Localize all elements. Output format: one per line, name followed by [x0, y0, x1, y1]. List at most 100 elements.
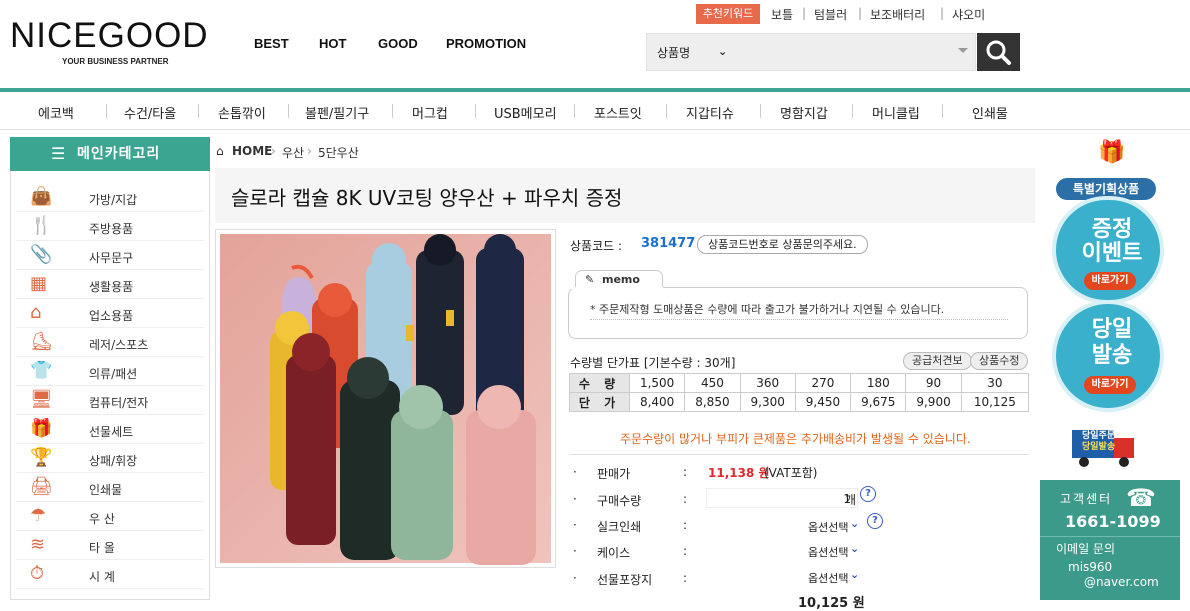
category-item[interactable]: 볼펜/필기구: [305, 103, 369, 122]
price-cell: 9,675: [850, 392, 907, 412]
option-select[interactable]: 옵션선택: [808, 544, 848, 560]
gift-event-banner[interactable]: 증정 이벤트 바로가기: [1052, 196, 1164, 304]
event-title: 증정: [1091, 217, 1133, 242]
divider: [942, 104, 943, 118]
product-code-label: 상품코드 :: [570, 239, 623, 253]
cs-title: 고객센터: [1060, 492, 1113, 506]
sidebar-item-label: 인쇄물: [89, 483, 123, 497]
umbrella-icon: ☂: [30, 505, 47, 526]
email-text[interactable]: @naver.com: [1084, 575, 1159, 589]
category-item[interactable]: 손톱깎이: [218, 103, 266, 122]
price-cell: 9,300: [739, 392, 796, 412]
product-image[interactable]: [215, 229, 556, 568]
chevron-down-icon: ⌄: [850, 568, 860, 581]
towel-icon: ≋: [30, 534, 46, 555]
help-icon[interactable]: ?: [867, 513, 883, 529]
divider: [569, 454, 1029, 455]
keyword-link[interactable]: 텀블러: [814, 6, 847, 23]
option-select[interactable]: 옵션선택: [808, 519, 848, 535]
search-input[interactable]: [646, 33, 976, 71]
sidebar-item-label: 컴퓨터/전자: [89, 396, 149, 410]
divider: [106, 104, 107, 118]
product-code-note: 상품코드번호로 상품문의주세요.: [697, 235, 868, 254]
divider: [852, 104, 853, 118]
option-select[interactable]: 옵션선택: [808, 570, 848, 586]
keyword-link[interactable]: 보틀: [771, 6, 793, 23]
cs-phone[interactable]: 1661-1099: [1065, 512, 1161, 531]
delivery-go-button[interactable]: 바로가기: [1084, 376, 1136, 394]
sidebar-item-label: 타 올: [89, 541, 115, 555]
category-item[interactable]: 머그컵: [412, 103, 448, 122]
sidebar-item-label: 의류/패션: [89, 367, 138, 381]
divider: [760, 104, 761, 118]
event-go-button[interactable]: 바로가기: [1084, 272, 1136, 290]
price-cell: 9,900: [905, 392, 962, 412]
sidebar-item-label: 상패/휘장: [89, 454, 138, 468]
qty-cell: 30: [960, 373, 1030, 393]
nav-promotion[interactable]: PROMOTION: [446, 36, 526, 51]
category-item[interactable]: 머니클립: [872, 103, 920, 122]
divider: |: [858, 6, 863, 20]
chevron-right-icon: ›: [271, 144, 276, 158]
category-item[interactable]: 인쇄물: [972, 103, 1008, 122]
sidebar-item-label: 업소용품: [89, 309, 134, 323]
customer-center-box: 고객센터 ☎ 1661-1099 이메일 문의 mis960 @naver.co…: [1040, 480, 1180, 600]
colon: :: [683, 544, 688, 558]
bullet: ·: [573, 544, 577, 558]
email-label: 이메일 문의: [1056, 542, 1116, 556]
sidebar-title: 메인카테고리: [77, 146, 161, 162]
category-item[interactable]: USB메모리: [494, 103, 557, 122]
sidebar-header[interactable]: ☰ 메인카테고리: [10, 137, 210, 171]
edit-button[interactable]: 상품수정: [970, 352, 1029, 370]
category-item[interactable]: 수건/타올: [124, 103, 176, 122]
option-label: 선물포장지: [597, 573, 653, 587]
clock-icon: ⏱: [30, 563, 45, 584]
breadcrumb-home[interactable]: HOME: [232, 144, 272, 158]
clothing-icon: 👕: [30, 360, 53, 381]
keyword-link[interactable]: 샤오미: [952, 6, 985, 23]
bullet: ·: [573, 518, 577, 532]
keyword-link[interactable]: 보조배터리: [870, 6, 925, 23]
vat-note: (VAT포함): [764, 466, 818, 480]
delivery-title: 발송: [1091, 343, 1133, 368]
search-category-select[interactable]: 상품명: [657, 44, 690, 61]
category-item[interactable]: 포스트잇: [594, 103, 642, 122]
recommend-keyword-badge: 추천키워드: [696, 4, 760, 24]
divider: |: [940, 6, 945, 20]
breadcrumb-item[interactable]: 5단우산: [318, 144, 359, 161]
phone-icon: ☎: [1126, 484, 1156, 512]
estimate-button[interactable]: 공급처견보: [903, 352, 972, 370]
help-icon[interactable]: ?: [860, 486, 876, 502]
table-row: 단 가 8,400 8,850 9,300 9,450 9,675 9,900 …: [569, 392, 1030, 412]
sidebar-item-label: 선물세트: [89, 425, 134, 439]
umbrella-photo: [220, 234, 551, 565]
quantity-input[interactable]: 1: [706, 488, 858, 508]
category-item[interactable]: 명함지갑: [780, 103, 828, 122]
menu-icon: ☰: [51, 144, 66, 163]
price-table: 수 량 1,500 450 360 270 180 90 30 단 가 8,40…: [569, 373, 1030, 412]
shipping-notice: 주문수량이 많거나 부피가 큰제품은 추가배송비가 발생될 수 있습니다.: [620, 432, 971, 446]
search-button[interactable]: [977, 33, 1020, 71]
qty-header: 수 량: [569, 373, 630, 393]
divider: [198, 104, 199, 118]
colon: :: [683, 518, 688, 532]
category-item[interactable]: 지갑티슈: [686, 103, 734, 122]
sidebar-item-label: 주방용품: [89, 222, 134, 236]
site-logo[interactable]: NICEGOOD: [10, 18, 209, 54]
nav-best[interactable]: BEST: [254, 36, 289, 51]
divider: [1040, 536, 1180, 537]
category-item[interactable]: 에코백: [38, 103, 74, 122]
breadcrumb-item[interactable]: 우산: [282, 144, 304, 161]
truck-icon[interactable]: 당일주문 당일발송: [1070, 426, 1140, 470]
same-day-banner[interactable]: 당일 발송 바로가기: [1052, 300, 1164, 412]
computer-icon: 🖥: [30, 389, 53, 410]
email-text[interactable]: mis960: [1068, 560, 1112, 574]
option-label: 실크인쇄: [597, 520, 642, 534]
nav-hot[interactable]: HOT: [319, 36, 346, 51]
nav-good[interactable]: GOOD: [378, 36, 418, 51]
price-cell: 9,450: [794, 392, 852, 412]
qty-cell: 1,500: [628, 373, 686, 393]
product-title: 슬로라 캡슐 8K UV코팅 양우산 + 파우치 증정: [231, 186, 623, 210]
logo-tagline: YOUR BUSINESS PARTNER: [62, 57, 169, 66]
trophy-icon: 🏆: [30, 447, 53, 468]
